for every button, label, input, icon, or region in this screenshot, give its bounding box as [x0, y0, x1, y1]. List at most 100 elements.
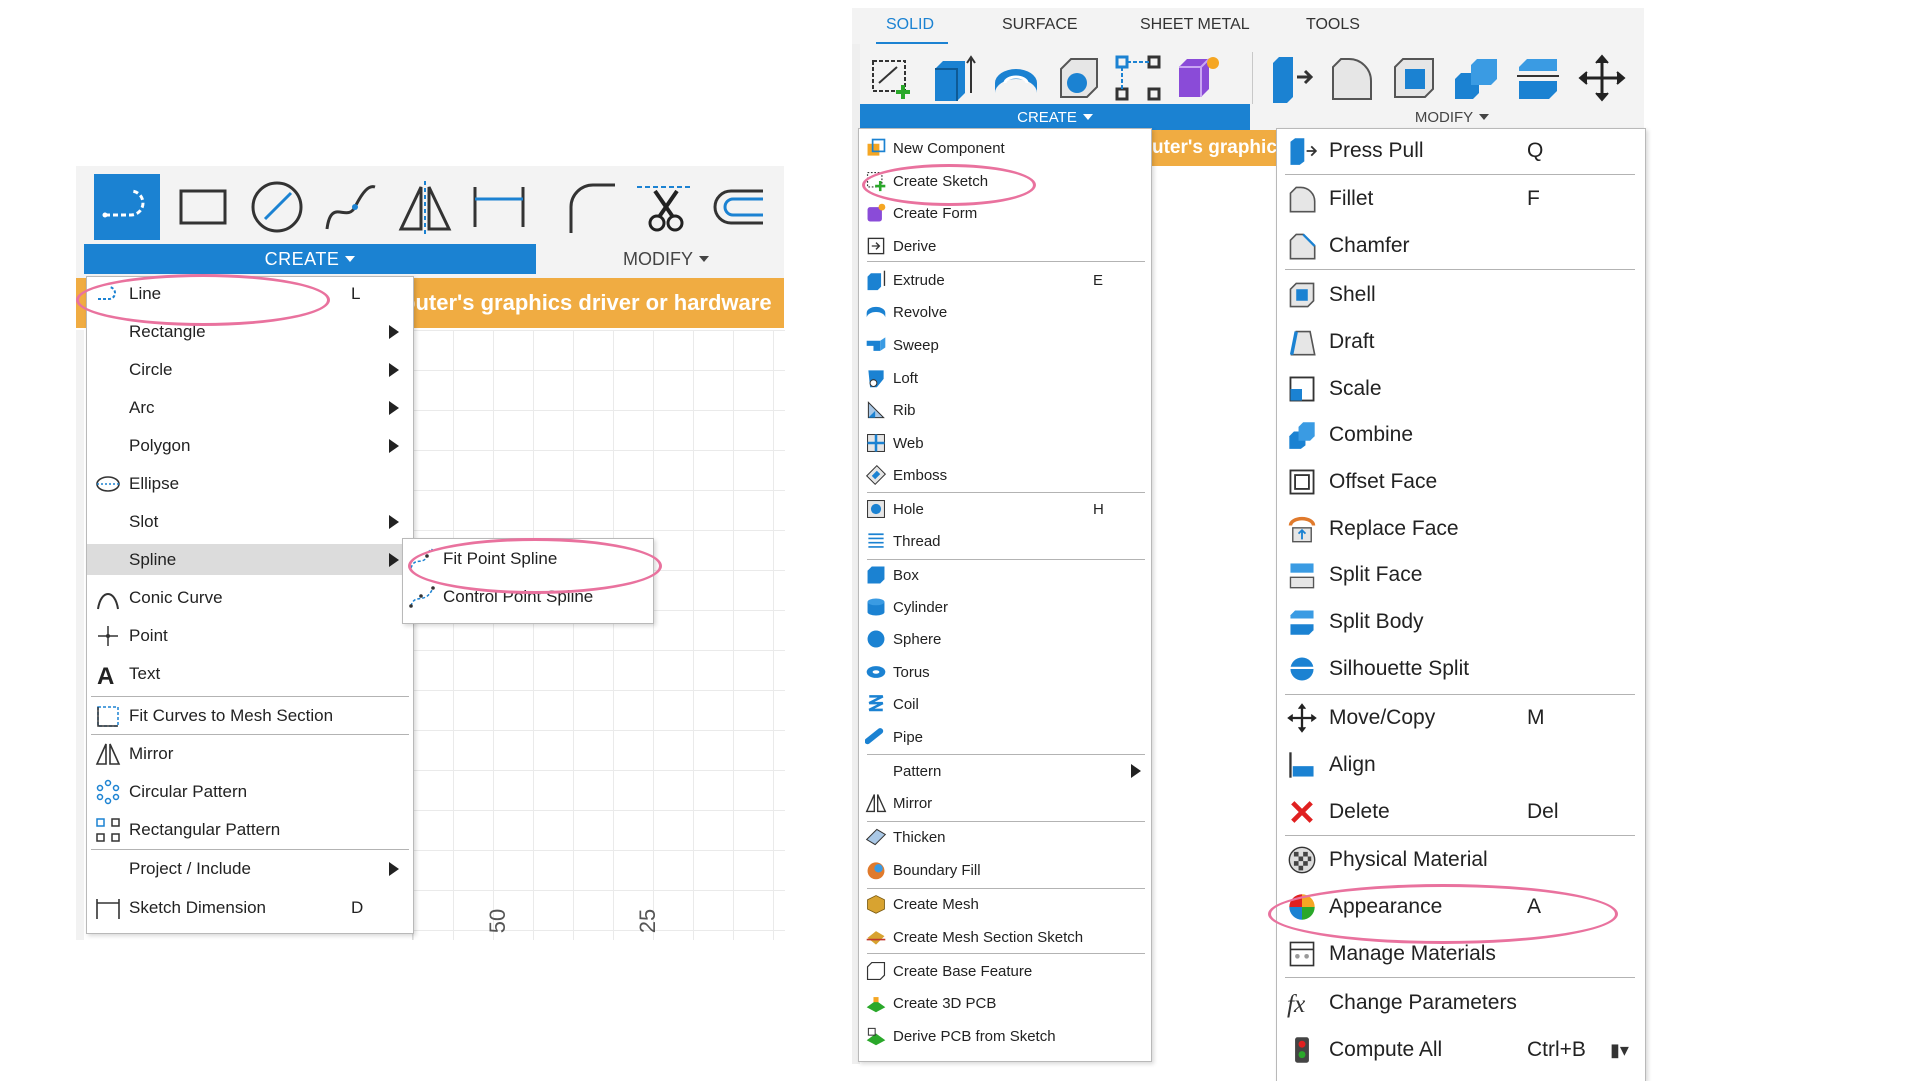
menu-item-web[interactable]: Web	[859, 429, 1151, 457]
menu-item-torus[interactable]: Torus	[859, 658, 1151, 686]
menu-item-control-point-spline[interactable]: Control Point Spline	[403, 581, 653, 613]
create-form-tool-button[interactable]	[1172, 52, 1224, 104]
overflow-indicator-icon[interactable]: ▮▾	[1610, 1040, 1629, 1061]
tab-tools[interactable]: TOOLS	[1306, 16, 1360, 34]
fillet-tool-button[interactable]	[558, 174, 624, 240]
menu-item-mirror[interactable]: Mirror	[859, 789, 1151, 817]
menu-item-slot[interactable]: Slot	[87, 506, 413, 537]
pattern-tool-button[interactable]	[1112, 52, 1164, 104]
menu-item-pattern[interactable]: Pattern	[859, 757, 1151, 785]
revolve-tool-button[interactable]	[990, 52, 1042, 104]
menu-item-chamfer[interactable]: Chamfer	[1277, 228, 1645, 264]
spline-tool-button[interactable]	[318, 174, 384, 240]
menu-item-boundary-fill[interactable]: Boundary Fill	[859, 856, 1151, 884]
menu-item-sketch-dimension[interactable]: Sketch Dimension D	[87, 892, 413, 923]
menu-item-combine[interactable]: Combine	[1277, 417, 1645, 453]
menu-item-create-mesh[interactable]: Create Mesh	[859, 890, 1151, 918]
tab-sheet-metal[interactable]: SHEET METAL	[1140, 16, 1250, 34]
tab-solid[interactable]: SOLID	[886, 16, 934, 34]
menu-item-fit-point-spline[interactable]: Fit Point Spline	[403, 543, 653, 575]
menu-item-text[interactable]: A Text	[87, 658, 413, 689]
menu-item-extrude[interactable]: Extrude E	[859, 266, 1151, 294]
split-body-tool-button[interactable]	[1512, 52, 1564, 104]
menu-item-derive-pcb-from-sketch[interactable]: Derive PCB from Sketch	[859, 1022, 1151, 1050]
combine-tool-button[interactable]	[1450, 52, 1502, 104]
create-sketch-tool-button[interactable]	[866, 52, 918, 104]
menu-item-circular-pattern[interactable]: Circular Pattern	[87, 776, 413, 807]
rectangle-tool-button[interactable]	[170, 174, 236, 240]
menu-item-create-form[interactable]: Create Form	[859, 199, 1151, 227]
mirror-tool-button[interactable]	[392, 174, 458, 240]
menu-item-shell[interactable]: Shell	[1277, 277, 1645, 313]
dimension-tool-button[interactable]	[466, 174, 532, 240]
menu-item-box[interactable]: Box	[859, 561, 1151, 589]
menu-item-press-pull[interactable]: Press Pull Q	[1277, 133, 1645, 169]
menu-item-change-parameters[interactable]: fx Change Parameters	[1277, 985, 1645, 1021]
menu-item-appearance[interactable]: Appearance A	[1277, 889, 1645, 925]
menu-item-shortcut: A	[1527, 895, 1542, 918]
menu-item-split-face[interactable]: Split Face	[1277, 557, 1645, 593]
shell-modify-tool-button[interactable]	[1388, 52, 1440, 104]
menu-item-align[interactable]: Align	[1277, 747, 1645, 783]
menu-item-offset-face[interactable]: Offset Face	[1277, 464, 1645, 500]
menu-item-physical-material[interactable]: Physical Material	[1277, 842, 1645, 878]
solid-modify-menu-button[interactable]: MODIFY	[1260, 104, 1644, 130]
fillet-tool-button[interactable]	[1326, 52, 1378, 104]
trim-tool-button[interactable]	[632, 174, 698, 240]
press-pull-tool-button[interactable]	[1264, 52, 1316, 104]
menu-item-emboss[interactable]: Emboss	[859, 461, 1151, 489]
menu-item-manage-materials[interactable]: Manage Materials	[1277, 936, 1645, 972]
line-tool-button[interactable]	[94, 174, 160, 240]
move-tool-button[interactable]	[1576, 52, 1628, 104]
menu-item-create-3d-pcb[interactable]: Create 3D PCB	[859, 989, 1151, 1017]
sketch-canvas-grid[interactable]	[412, 330, 785, 940]
menu-item-hole[interactable]: Hole H	[859, 495, 1151, 523]
menu-item-silhouette-split[interactable]: Silhouette Split	[1277, 651, 1645, 687]
menu-item-line[interactable]: Line L	[87, 278, 413, 309]
menu-item-project-include[interactable]: Project / Include	[87, 853, 413, 884]
offset-tool-button[interactable]	[702, 174, 768, 240]
menu-item-ellipse[interactable]: Ellipse	[87, 468, 413, 499]
menu-item-cylinder[interactable]: Cylinder	[859, 593, 1151, 621]
menu-item-polygon[interactable]: Polygon	[87, 430, 413, 461]
menu-item-fillet[interactable]: Fillet F	[1277, 181, 1645, 217]
menu-item-fit-curves-to-mesh-section[interactable]: Fit Curves to Mesh Section	[87, 700, 413, 731]
menu-item-coil[interactable]: Coil	[859, 690, 1151, 718]
menu-item-move-copy[interactable]: Move/Copy M	[1277, 700, 1645, 736]
menu-item-mirror[interactable]: Mirror	[87, 738, 413, 769]
menu-item-spline[interactable]: Spline	[87, 544, 413, 575]
menu-item-revolve[interactable]: Revolve	[859, 298, 1151, 326]
tab-surface[interactable]: SURFACE	[1002, 16, 1078, 34]
menu-item-scale[interactable]: Scale	[1277, 371, 1645, 407]
menu-item-point[interactable]: Point	[87, 620, 413, 651]
menu-item-sphere[interactable]: Sphere	[859, 625, 1151, 653]
menu-item-arc[interactable]: Arc	[87, 392, 413, 423]
menu-item-draft[interactable]: Draft	[1277, 324, 1645, 360]
menu-item-thread[interactable]: Thread	[859, 527, 1151, 555]
menu-item-label: Align	[1329, 753, 1376, 776]
shell-tool-button[interactable]	[1052, 52, 1104, 104]
menu-item-pipe[interactable]: Pipe	[859, 723, 1151, 751]
menu-item-delete[interactable]: Delete Del	[1277, 794, 1645, 830]
menu-item-compute-all[interactable]: Compute All Ctrl+B	[1277, 1032, 1645, 1068]
create-menu-button[interactable]: CREATE	[84, 244, 536, 274]
solid-create-menu-button[interactable]: CREATE	[860, 104, 1250, 130]
circle-tool-button[interactable]	[244, 174, 310, 240]
menu-item-replace-face[interactable]: Replace Face	[1277, 511, 1645, 547]
menu-item-circle[interactable]: Circle	[87, 354, 413, 385]
menu-item-split-body[interactable]: Split Body	[1277, 604, 1645, 640]
menu-item-rectangular-pattern[interactable]: Rectangular Pattern	[87, 814, 413, 845]
menu-item-new-component[interactable]: New Component	[859, 134, 1151, 162]
menu-item-conic-curve[interactable]: Conic Curve	[87, 582, 413, 613]
menu-item-create-base-feature[interactable]: Create Base Feature	[859, 957, 1151, 985]
menu-item-thicken[interactable]: Thicken	[859, 823, 1151, 851]
menu-item-sweep[interactable]: Sweep	[859, 331, 1151, 359]
extrude-tool-button[interactable]	[926, 52, 978, 104]
menu-item-loft[interactable]: Loft	[859, 364, 1151, 392]
modify-menu-button[interactable]: MODIFY	[548, 244, 784, 274]
menu-item-create-sketch[interactable]: Create Sketch	[859, 167, 1151, 195]
menu-item-derive[interactable]: Derive	[859, 232, 1151, 260]
menu-item-rib[interactable]: Rib	[859, 396, 1151, 424]
menu-item-create-mesh-section-sketch[interactable]: Create Mesh Section Sketch	[859, 923, 1151, 951]
menu-item-rectangle[interactable]: Rectangle	[87, 316, 413, 347]
